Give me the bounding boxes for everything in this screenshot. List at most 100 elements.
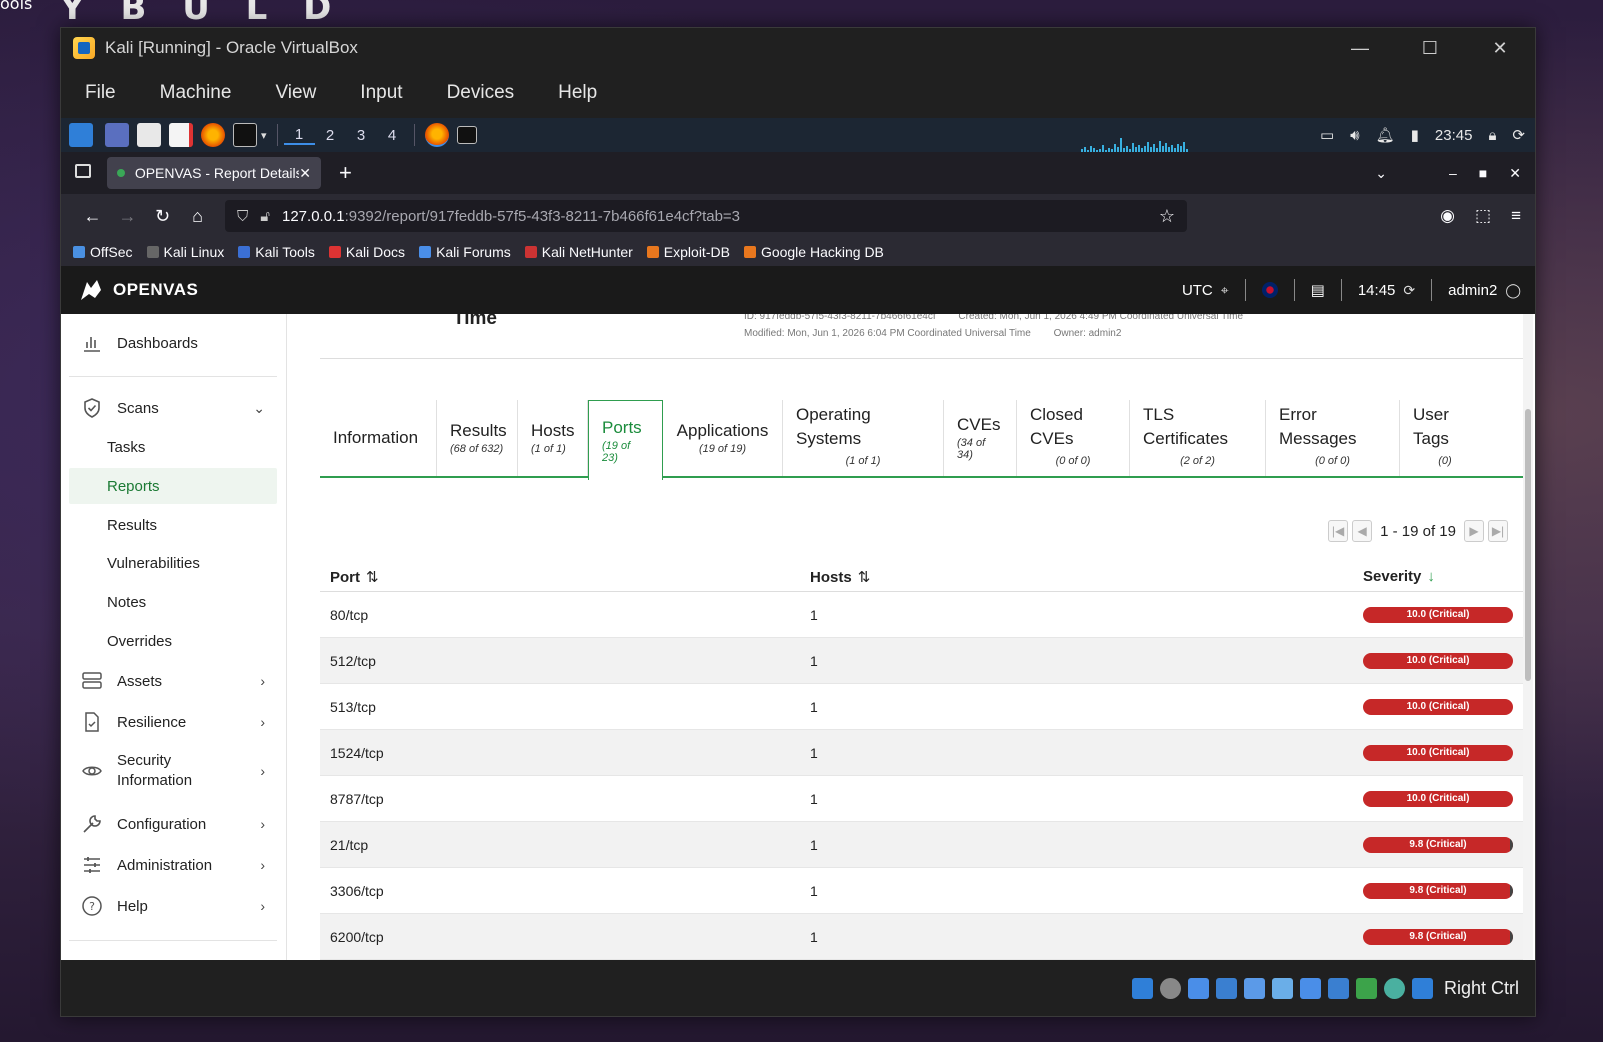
- bookmark-exploit-db[interactable]: Exploit-DB: [646, 244, 730, 260]
- bookmark-offsec[interactable]: OffSec: [73, 244, 133, 260]
- tab-applications[interactable]: Applications (19 of 19): [663, 400, 783, 476]
- sidebar-item-security-information[interactable]: Security Information ›: [69, 748, 277, 794]
- menu-view[interactable]: View: [275, 82, 316, 104]
- terminal-task-icon[interactable]: [456, 126, 477, 144]
- bookmark-kali-nethunter[interactable]: Kali NetHunter: [524, 244, 633, 260]
- account-icon[interactable]: ◉: [1440, 206, 1455, 226]
- tab-tls-certificates[interactable]: TLS Certificates (2 of 2): [1130, 400, 1266, 476]
- display-icon[interactable]: ▭: [1320, 126, 1334, 144]
- hosts-column-header[interactable]: Hosts ⇅: [810, 568, 1363, 586]
- sort-icon[interactable]: ⇅: [366, 569, 379, 586]
- firefox-task-icon[interactable]: [424, 123, 449, 147]
- power-icon[interactable]: ⟳: [1512, 126, 1525, 144]
- home-icon[interactable]: ⌂: [180, 206, 215, 227]
- table-row[interactable]: 8787/tcp 1 10.0 (Critical): [320, 776, 1523, 822]
- main-scrollbar[interactable]: [1523, 314, 1533, 962]
- usb-icon[interactable]: [1243, 977, 1265, 999]
- optical-drive-icon[interactable]: [1159, 977, 1181, 999]
- sidebar-item-reports[interactable]: Reports: [69, 468, 277, 504]
- lock-icon[interactable]: 🔒︎: [1488, 127, 1496, 144]
- bookmark-kali-linux[interactable]: Kali Linux: [146, 244, 224, 260]
- tab-user-tags[interactable]: User Tags (0): [1400, 400, 1490, 476]
- sidebar-item-tasks[interactable]: Tasks: [69, 429, 277, 465]
- tab-information[interactable]: Information: [320, 400, 437, 476]
- sidebar-item-notes[interactable]: Notes: [69, 584, 277, 620]
- file-manager-icon[interactable]: [137, 123, 161, 147]
- ff-close-icon[interactable]: ✕: [1509, 165, 1521, 182]
- table-row[interactable]: 6200/tcp 1 9.8 (Critical): [320, 914, 1523, 960]
- table-row[interactable]: 3306/tcp 1 9.8 (Critical): [320, 868, 1523, 914]
- ff-minimize-icon[interactable]: –: [1449, 165, 1457, 181]
- hamburger-menu-icon[interactable]: ≡: [1511, 206, 1521, 226]
- table-row[interactable]: 1524/tcp 1 10.0 (Critical): [320, 730, 1523, 776]
- new-tab-icon[interactable]: +: [339, 160, 352, 186]
- bookmark-google-hacking-db[interactable]: Google Hacking DB: [743, 244, 884, 260]
- severity-column-header[interactable]: Severity ↓: [1363, 568, 1523, 585]
- next-page-icon[interactable]: ▶: [1464, 520, 1484, 542]
- panel-clock[interactable]: 23:45: [1435, 127, 1473, 144]
- workspace-4[interactable]: 4: [377, 127, 408, 144]
- display-settings-icon[interactable]: [1299, 977, 1321, 999]
- audio-icon[interactable]: [1187, 977, 1209, 999]
- tab-operating-systems[interactable]: Operating Systems (1 of 1): [783, 400, 944, 476]
- volume-icon[interactable]: 🔊︎: [1350, 127, 1359, 144]
- sidebar-item-dashboards[interactable]: Dashboards: [69, 328, 277, 358]
- browser-tab-active[interactable]: OPENVAS - Report Details ✕: [107, 157, 321, 189]
- sidebar-item-vulnerabilities[interactable]: Vulnerabilities: [69, 545, 277, 581]
- vbox-titlebar[interactable]: Kali [Running] - Oracle VirtualBox — ☐ ✕: [61, 28, 1535, 68]
- battery-icon[interactable]: ▮: [1411, 126, 1419, 144]
- openvas-logo[interactable]: OPENVAS: [77, 276, 198, 304]
- sort-icon[interactable]: ⇅: [858, 569, 871, 586]
- url-bar[interactable]: ⛉ 🔓︎ 127.0.0.1 :9392/report/917feddb-57f…: [225, 200, 1187, 232]
- tab-list-icon[interactable]: [75, 164, 91, 178]
- table-row[interactable]: 512/tcp 1 10.0 (Critical): [320, 638, 1523, 684]
- sidebar-item-scans[interactable]: Scans ⌄: [69, 393, 277, 423]
- menu-machine[interactable]: Machine: [160, 82, 232, 104]
- recording-icon[interactable]: [1327, 977, 1349, 999]
- sidebar-item-configuration[interactable]: Configuration ›: [69, 809, 277, 839]
- calendar-icon[interactable]: ▤: [1311, 281, 1325, 299]
- terminal-icon[interactable]: [233, 123, 257, 147]
- keyboard-capture-icon[interactable]: [1411, 977, 1433, 999]
- first-page-icon[interactable]: |◀: [1328, 520, 1349, 542]
- bookmark-kali-docs[interactable]: Kali Docs: [328, 244, 405, 260]
- text-editor-icon[interactable]: [169, 123, 193, 147]
- location-pin-icon[interactable]: ⌖: [1221, 282, 1229, 299]
- sidebar-item-administration[interactable]: Administration ›: [69, 850, 277, 880]
- workspace-2[interactable]: 2: [315, 127, 346, 144]
- tab-results[interactable]: Results (68 of 632): [437, 400, 518, 476]
- list-all-tabs-icon[interactable]: ⌄: [1375, 165, 1387, 182]
- menu-input[interactable]: Input: [360, 82, 402, 104]
- maximize-icon[interactable]: ☐: [1395, 28, 1465, 68]
- desktop-icon[interactable]: [105, 123, 129, 147]
- tab-cves[interactable]: CVEs (34 of 34): [944, 400, 1017, 476]
- refresh-icon[interactable]: ⟳: [1403, 282, 1415, 299]
- shield-icon[interactable]: ⛉: [237, 208, 248, 225]
- sidebar-item-results[interactable]: Results: [69, 507, 277, 543]
- hard-disk-icon[interactable]: [1131, 977, 1153, 999]
- sidebar-item-overrides[interactable]: Overrides: [69, 623, 277, 659]
- mouse-integration-icon[interactable]: [1383, 977, 1405, 999]
- workspace-3[interactable]: 3: [346, 127, 377, 144]
- timezone-label[interactable]: UTC: [1182, 282, 1213, 299]
- tab-ports[interactable]: Ports (19 of 23): [588, 400, 663, 480]
- extensions-icon[interactable]: ⬚: [1475, 206, 1491, 226]
- close-icon[interactable]: ✕: [1465, 28, 1535, 68]
- bookmark-kali-forums[interactable]: Kali Forums: [419, 244, 511, 260]
- menu-file[interactable]: File: [85, 82, 116, 104]
- workspace-1[interactable]: 1: [283, 126, 315, 145]
- kali-menu-icon[interactable]: [69, 123, 93, 147]
- chevron-down-icon[interactable]: ▾: [261, 129, 267, 142]
- network-icon[interactable]: [1215, 977, 1237, 999]
- bookmark-kali-tools[interactable]: Kali Tools: [238, 244, 315, 260]
- last-page-icon[interactable]: ▶|: [1488, 520, 1508, 542]
- menu-help[interactable]: Help: [558, 82, 597, 104]
- sort-down-icon[interactable]: ↓: [1427, 568, 1435, 585]
- cpu-activity-icon[interactable]: [1355, 977, 1377, 999]
- port-column-header[interactable]: Port ⇅: [320, 568, 810, 586]
- tab-error-messages[interactable]: Error Messages (0 of 0): [1266, 400, 1400, 476]
- menu-devices[interactable]: Devices: [447, 82, 515, 104]
- tab-closed-cves[interactable]: Closed CVEs (0 of 0): [1017, 400, 1130, 476]
- table-row[interactable]: 21/tcp 1 9.8 (Critical): [320, 822, 1523, 868]
- sidebar-item-help[interactable]: ? Help ›: [69, 891, 277, 921]
